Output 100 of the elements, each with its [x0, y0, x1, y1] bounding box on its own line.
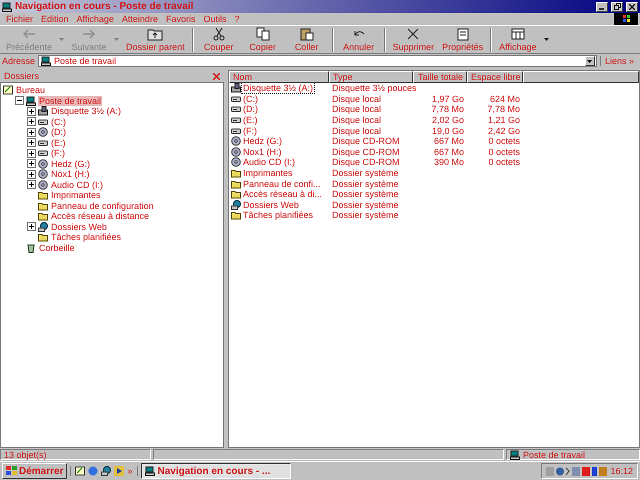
file-name[interactable]: (D:) — [242, 104, 259, 114]
tree-item[interactable]: (E:) — [50, 138, 66, 148]
window-title: Navigation en cours - Poste de travail — [15, 1, 194, 12]
tree-item[interactable]: Poste de travail — [38, 96, 102, 106]
tree-item[interactable]: Hedz (G:) — [50, 158, 92, 169]
tree-item[interactable]: (C:) — [50, 116, 67, 127]
dropdown-button[interactable] — [584, 56, 595, 66]
column-header[interactable]: Espace libre — [467, 71, 523, 83]
tree-item[interactable]: Bureau — [15, 85, 46, 96]
table-cell-text: Disque CD-ROM — [331, 146, 401, 157]
expand-icon[interactable] — [27, 148, 36, 158]
tree-item[interactable]: Nox1 (H:) — [50, 169, 91, 180]
globe-icon[interactable] — [88, 466, 98, 476]
tree-item[interactable]: Disquette 3½ (A:) — [50, 106, 122, 116]
folder-icon — [38, 200, 48, 211]
start-button[interactable]: Démarrer — [2, 463, 68, 479]
file-name[interactable]: Accès réseau à di... — [242, 189, 324, 200]
properties-icon — [454, 27, 471, 41]
drive-icon — [38, 116, 48, 127]
cdrom-icon — [38, 169, 48, 180]
menu-item[interactable]: Outils — [199, 14, 230, 24]
close-icon[interactable] — [213, 72, 220, 80]
menu-item[interactable]: Favoris — [162, 14, 200, 24]
expand-icon[interactable] — [27, 222, 36, 232]
table-cell-text: 0 octets — [487, 146, 521, 157]
tree-item[interactable]: Accès réseau à distance — [50, 211, 150, 222]
address-field[interactable]: Poste de travail — [38, 55, 597, 67]
file-name[interactable]: (E:) — [242, 115, 258, 126]
table-cell-text: 667 Mo — [432, 136, 465, 146]
file-name[interactable]: Panneau de confi... — [242, 178, 322, 189]
file-name[interactable]: Audio CD (I:) — [242, 157, 296, 168]
tree-item[interactable]: Dossiers Web — [50, 222, 108, 232]
minimize-button[interactable] — [596, 2, 608, 12]
close-button[interactable] — [626, 2, 638, 12]
expand-icon[interactable] — [27, 138, 36, 148]
menu-item[interactable]: Edition — [37, 14, 73, 24]
tree-item[interactable]: Tâches planifiées — [50, 232, 122, 242]
folder-icon — [38, 232, 48, 242]
desktop-icon — [3, 85, 13, 96]
table-cell-text: Disque local — [331, 115, 382, 126]
media-player-icon[interactable] — [114, 466, 124, 476]
tree-item[interactable]: (F:) — [50, 148, 66, 158]
tree-item[interactable]: Panneau de configuration — [50, 200, 155, 211]
menu-item[interactable]: ? — [230, 14, 244, 24]
file-name[interactable]: Imprimantes — [242, 168, 294, 178]
toolbar-button[interactable]: Coller — [284, 26, 329, 52]
toolbar-button[interactable]: Supprimer — [388, 26, 438, 52]
toolbar-button[interactable]: Annuler — [336, 26, 381, 52]
floppy-icon — [231, 83, 241, 94]
column-header[interactable]: Nom — [229, 71, 329, 83]
folder-icon — [231, 168, 241, 178]
expand-icon[interactable] — [27, 170, 36, 179]
table-cell-text: 390 Mo — [432, 157, 465, 168]
expand-icon[interactable] — [27, 180, 36, 190]
desktop-icon — [75, 466, 86, 476]
more-button[interactable]: » — [127, 466, 132, 476]
collapse-icon[interactable] — [15, 96, 24, 106]
menu-item[interactable]: Fichier — [2, 14, 38, 24]
file-name[interactable]: (C:) — [242, 94, 259, 104]
toolbar-button[interactable]: Dossier parent — [122, 26, 189, 52]
file-name[interactable]: Disquette 3½ (A:) — [242, 83, 314, 94]
menu-item[interactable]: Atteindre — [118, 14, 162, 24]
table-cell-text: 19,0 Go — [430, 126, 465, 136]
left-arrow-icon — [21, 27, 38, 41]
folder-up-icon — [147, 27, 164, 41]
table-cell-text: 1,21 Go — [486, 115, 521, 126]
tree-item[interactable]: (D:) — [50, 127, 67, 138]
file-name[interactable]: Hedz (G:) — [242, 136, 284, 146]
drive-icon — [38, 148, 48, 158]
tree-item[interactable]: Corbeille — [38, 242, 76, 253]
column-header[interactable]: Type — [329, 71, 413, 83]
windows-flag-icon — [6, 466, 17, 476]
expand-icon[interactable] — [27, 159, 36, 168]
expand-icon[interactable] — [27, 117, 36, 126]
toolbar-button[interactable]: Propriétés — [438, 26, 488, 52]
expand-icon[interactable] — [27, 128, 36, 137]
computer-icon — [510, 450, 520, 460]
taskbar-button[interactable]: Navigation en cours - ... — [140, 463, 290, 479]
toolbar-button[interactable]: Couper — [196, 26, 241, 52]
restore-button[interactable] — [611, 2, 623, 12]
tree-item[interactable]: Imprimantes — [50, 190, 102, 200]
table-cell-text: 624 Mo — [488, 94, 521, 104]
toolbar-button[interactable]: Copier — [240, 26, 285, 52]
menu-item[interactable]: Affichage — [72, 14, 118, 24]
links-button[interactable]: Liens » — [600, 56, 638, 66]
tree-item[interactable]: Audio CD (I:) — [50, 180, 104, 190]
file-name[interactable]: Dossiers Web — [242, 200, 300, 210]
file-name[interactable]: Nox1 (H:) — [242, 146, 283, 157]
column-header[interactable]: Taille totale — [413, 71, 467, 83]
caret-icon — [587, 60, 592, 62]
expand-icon[interactable] — [27, 106, 36, 116]
file-name[interactable]: (F:) — [242, 126, 258, 136]
file-name[interactable]: Tâches planifiées — [242, 210, 314, 220]
toolbar-button[interactable]: Affichage — [495, 26, 540, 52]
tray-icons-drawing[interactable] — [546, 466, 608, 476]
folder-icon — [231, 189, 241, 200]
pane-title: Dossiers — [4, 71, 40, 81]
drive-icon — [231, 126, 241, 136]
computer-icon — [26, 96, 36, 106]
caret-icon[interactable] — [544, 38, 548, 41]
